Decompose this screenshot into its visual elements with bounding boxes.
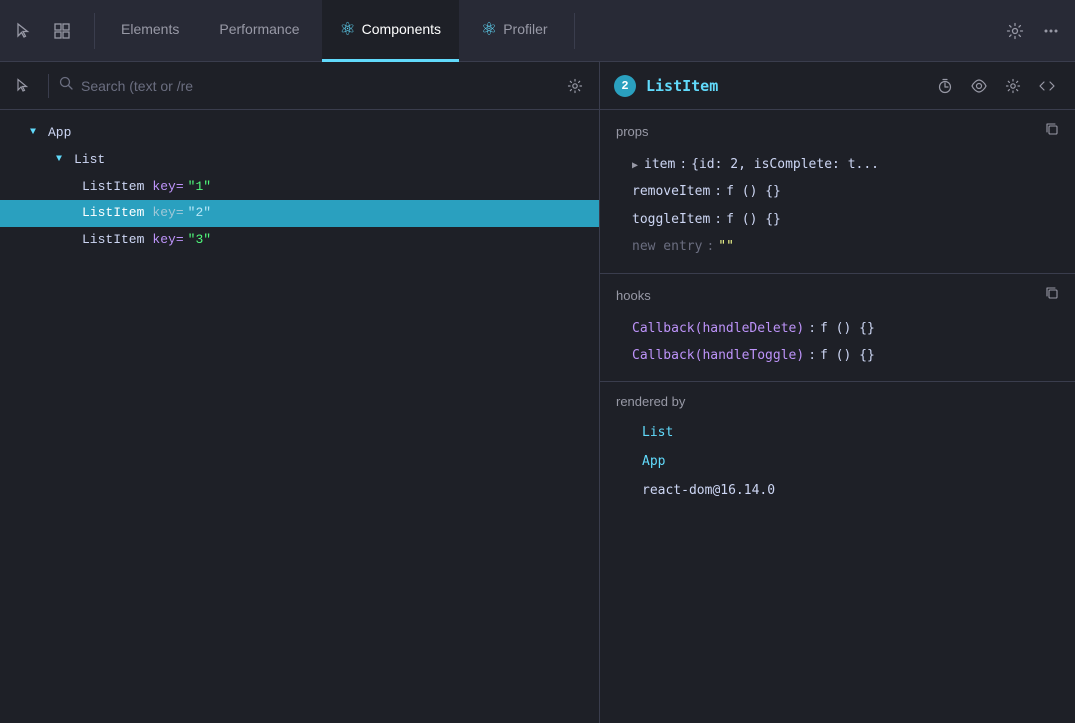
tree-component-app: App bbox=[48, 123, 71, 144]
tree-item-listitem1[interactable]: ListItem key= "1" bbox=[0, 174, 599, 201]
tab-sep-2 bbox=[574, 13, 575, 49]
tab-components[interactable]: ⚛ Components bbox=[322, 0, 460, 62]
prop-item-row: ▶ item : {id: 2, isComplete: t... bbox=[616, 151, 1059, 178]
prop-toggleitem-key: toggleItem bbox=[632, 208, 710, 231]
tab-components-label: Components bbox=[362, 21, 441, 37]
component-tree: ▼ App ▼ List ListItem key= "1" ListItem … bbox=[0, 110, 599, 723]
rendered-reactdom: react-dom@16.14.0 bbox=[616, 477, 1059, 506]
hook-colon-2: : bbox=[808, 344, 816, 367]
toolbar-gear-icon[interactable] bbox=[561, 72, 589, 100]
right-panel: 2 ListItem bbox=[600, 62, 1075, 723]
prop-removeitem-row: removeItem : f () {} bbox=[616, 178, 1059, 205]
hooks-section: hooks Callback(handleDelete) : f () {} C… bbox=[600, 274, 1075, 383]
tree-item-listitem3[interactable]: ListItem key= "3" bbox=[0, 227, 599, 254]
tree-prop-val-1: "1" bbox=[188, 177, 211, 198]
tree-prop-key-2: key= bbox=[152, 203, 183, 224]
hook-val-1: f () {} bbox=[820, 317, 875, 340]
tab-bar-right bbox=[999, 15, 1067, 47]
tab-profiler-label: Profiler bbox=[503, 21, 547, 37]
stopwatch-icon[interactable] bbox=[931, 72, 959, 100]
rendered-list-link[interactable]: List bbox=[642, 425, 673, 440]
hooks-section-title: hooks bbox=[616, 288, 651, 303]
tree-component-list: List bbox=[74, 150, 105, 171]
prop-newentry-val: "" bbox=[718, 235, 734, 258]
rendered-reactdom-text: react-dom@16.14.0 bbox=[642, 483, 775, 498]
hook-val-2: f () {} bbox=[820, 344, 875, 367]
hooks-section-header: hooks bbox=[616, 286, 1059, 305]
inspect-tab-icon[interactable] bbox=[46, 15, 78, 47]
tab-elements[interactable]: Elements bbox=[103, 0, 197, 62]
prop-newentry-row: new entry : "" bbox=[616, 233, 1059, 260]
hook-colon-1: : bbox=[808, 317, 816, 340]
search-input[interactable] bbox=[81, 78, 553, 94]
tree-item-listitem2[interactable]: ListItem key= "2" bbox=[0, 200, 599, 227]
hook-row-2: Callback(handleToggle) : f () {} bbox=[616, 342, 1059, 369]
tree-prop-val-3: "3" bbox=[188, 230, 211, 251]
rendered-app-link[interactable]: App bbox=[642, 454, 665, 469]
props-section-header: props bbox=[616, 122, 1059, 141]
tree-item-list[interactable]: ▼ List bbox=[0, 147, 599, 174]
props-copy-icon[interactable] bbox=[1045, 122, 1059, 141]
prop-toggleitem-val: f () {} bbox=[726, 208, 781, 231]
prop-removeitem-colon: : bbox=[714, 180, 722, 203]
tree-arrow-app: ▼ bbox=[30, 125, 44, 141]
props-section: props ▶ item : {id: 2, isComplete: t... … bbox=[600, 110, 1075, 274]
tree-component-listitem1: ListItem bbox=[82, 177, 144, 198]
tab-performance[interactable]: Performance bbox=[201, 0, 317, 62]
tab-elements-label: Elements bbox=[121, 21, 179, 37]
prop-newentry-colon: : bbox=[706, 235, 714, 258]
props-section-title: props bbox=[616, 124, 649, 139]
prop-removeitem-key: removeItem bbox=[632, 180, 710, 203]
cursor-tab-icon[interactable] bbox=[8, 15, 40, 47]
right-header-icons bbox=[931, 72, 1061, 100]
tree-component-listitem2: ListItem bbox=[82, 203, 144, 224]
toolbar bbox=[0, 62, 599, 110]
prop-toggleitem-row: toggleItem : f () {} bbox=[616, 206, 1059, 233]
hook-key-1: Callback(handleDelete) bbox=[632, 317, 804, 340]
tab-sep-1 bbox=[94, 13, 95, 49]
prop-newentry-key: new entry bbox=[632, 235, 702, 258]
profiler-react-icon: ⚛ bbox=[481, 19, 497, 40]
hook-key-2: Callback(handleToggle) bbox=[632, 344, 804, 367]
main-layout: ▼ App ▼ List ListItem key= "1" ListItem … bbox=[0, 62, 1075, 723]
hooks-copy-icon[interactable] bbox=[1045, 286, 1059, 305]
tree-item-app[interactable]: ▼ App bbox=[0, 120, 599, 147]
cursor-inspect-icon[interactable] bbox=[10, 72, 38, 100]
prop-item-val: {id: 2, isComplete: t... bbox=[691, 153, 879, 176]
code-icon[interactable] bbox=[1033, 72, 1061, 100]
tab-bar-icons bbox=[8, 15, 78, 47]
tree-arrow-list: ▼ bbox=[56, 152, 70, 168]
rendered-by-header: rendered by bbox=[616, 394, 1059, 409]
right-header: 2 ListItem bbox=[600, 62, 1075, 110]
tab-performance-label: Performance bbox=[219, 21, 299, 37]
more-icon[interactable] bbox=[1035, 15, 1067, 47]
components-react-icon: ⚛ bbox=[340, 19, 356, 40]
rendered-app: App bbox=[616, 448, 1059, 477]
prop-removeitem-val: f () {} bbox=[726, 180, 781, 203]
settings-icon[interactable] bbox=[999, 15, 1031, 47]
rendered-list: List bbox=[616, 419, 1059, 448]
prop-item-colon: : bbox=[679, 153, 687, 176]
eye-icon[interactable] bbox=[965, 72, 993, 100]
tree-prop-key-1: key= bbox=[152, 177, 183, 198]
tree-prop-val-2: "2" bbox=[188, 203, 211, 224]
search-icon bbox=[59, 76, 73, 95]
rendered-by-section: rendered by List App react-dom@16.14.0 bbox=[600, 382, 1075, 517]
left-panel: ▼ App ▼ List ListItem key= "1" ListItem … bbox=[0, 62, 600, 723]
tab-bar: Elements Performance ⚛ Components ⚛ Prof… bbox=[0, 0, 1075, 62]
prop-toggleitem-colon: : bbox=[714, 208, 722, 231]
rendered-by-title: rendered by bbox=[616, 394, 685, 409]
toolbar-sep bbox=[48, 74, 49, 98]
tree-prop-key-3: key= bbox=[152, 230, 183, 251]
tree-component-listitem3: ListItem bbox=[82, 230, 144, 251]
prop-item-arrow: ▶ bbox=[632, 158, 638, 176]
component-badge: 2 bbox=[614, 75, 636, 97]
component-name-header: ListItem bbox=[646, 77, 718, 95]
gear-details-icon[interactable] bbox=[999, 72, 1027, 100]
prop-item-key: item bbox=[644, 153, 675, 176]
hook-row-1: Callback(handleDelete) : f () {} bbox=[616, 315, 1059, 342]
tab-profiler[interactable]: ⚛ Profiler bbox=[463, 0, 566, 62]
